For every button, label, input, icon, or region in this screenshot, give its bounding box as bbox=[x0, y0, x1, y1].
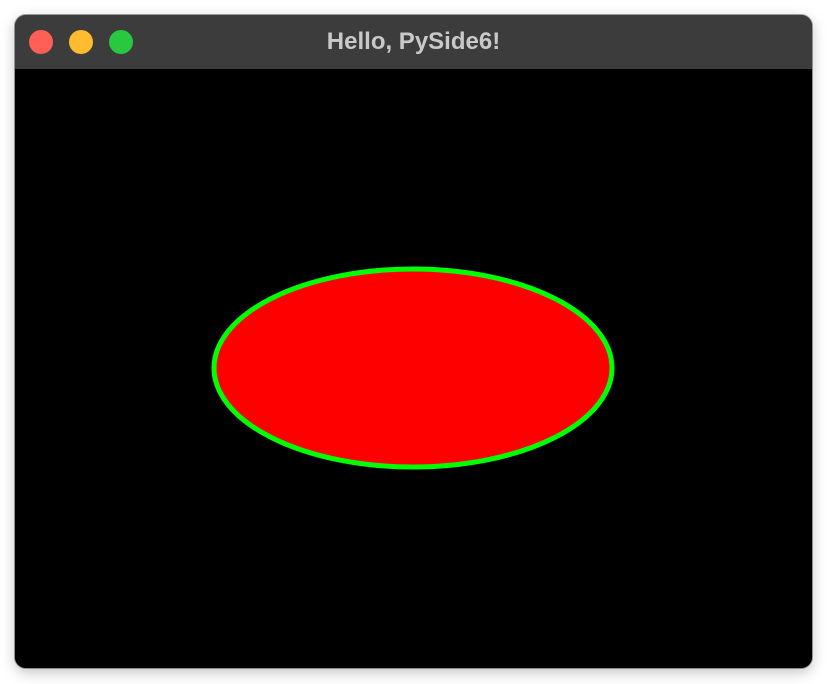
app-window: Hello, PySide6! bbox=[15, 15, 812, 668]
title-bar[interactable]: Hello, PySide6! bbox=[15, 15, 812, 69]
ellipse-shape bbox=[211, 266, 615, 470]
drawing-canvas bbox=[15, 69, 812, 668]
canvas-svg bbox=[15, 69, 812, 668]
window-title: Hello, PySide6! bbox=[326, 28, 501, 55]
